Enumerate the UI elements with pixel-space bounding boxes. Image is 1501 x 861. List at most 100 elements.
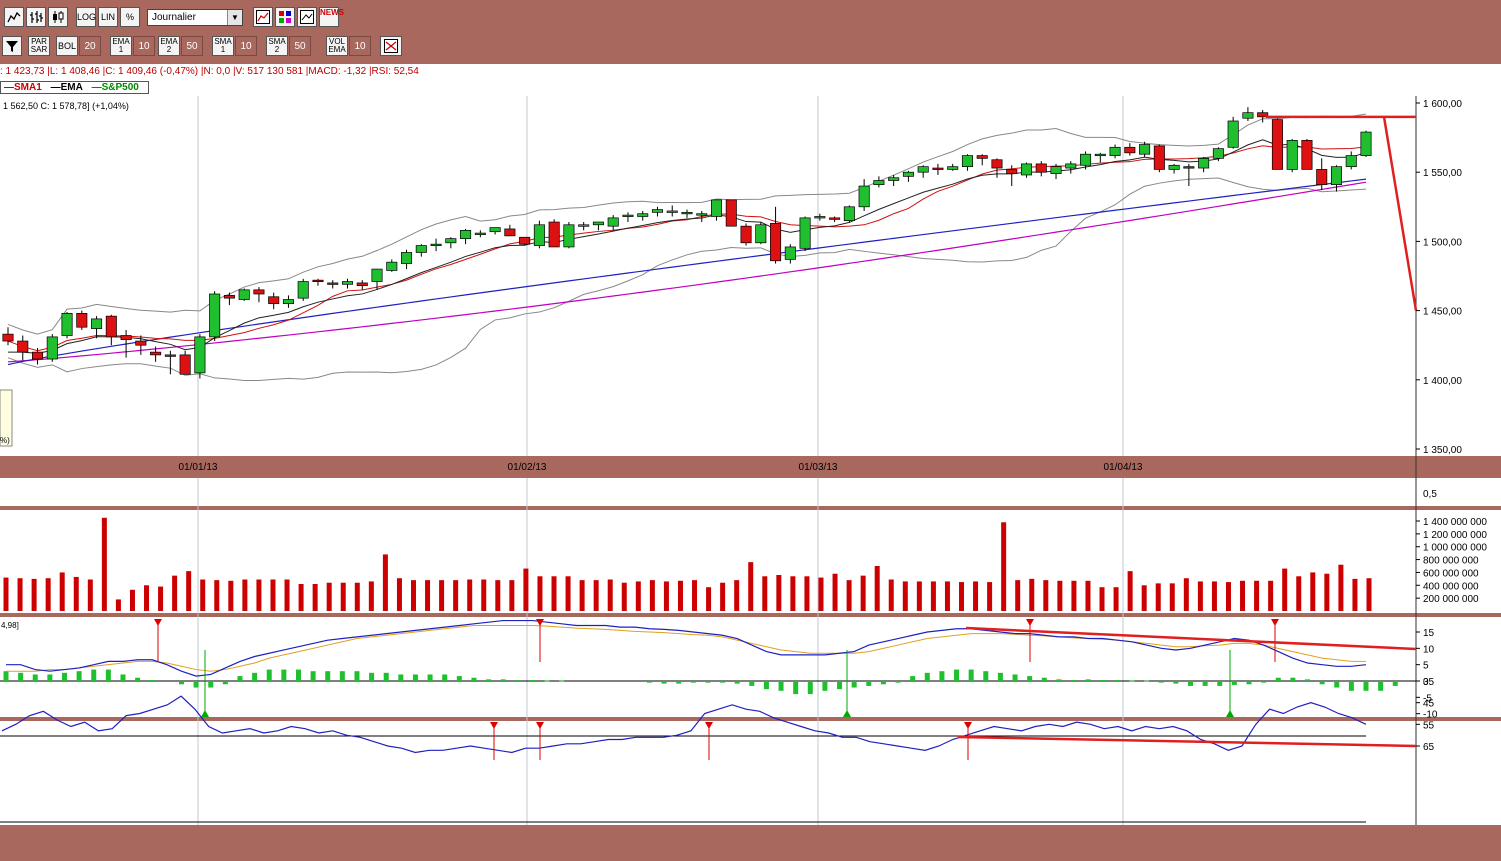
macd-histogram-bar	[76, 671, 82, 681]
volume-bar	[467, 579, 473, 611]
sma2-period[interactable]: 50	[289, 36, 311, 56]
bollinger-period[interactable]: 20	[79, 36, 101, 56]
compare-button[interactable]	[297, 7, 317, 27]
legend: —SMA1 —EMA —S&P500	[0, 81, 149, 94]
macd-histogram-bar	[1158, 681, 1164, 683]
candle-body	[607, 217, 619, 227]
macd-histogram-bar	[939, 671, 945, 681]
candle-body	[519, 236, 531, 245]
macd-pane[interactable]	[0, 617, 1416, 717]
macd-histogram-bar	[1056, 679, 1062, 681]
volume-bar	[1197, 581, 1203, 611]
macd-histogram-bar	[1114, 680, 1120, 682]
macd-histogram-bar	[149, 680, 155, 682]
volume-bar	[228, 580, 234, 611]
candle-body	[666, 210, 678, 213]
candle-body	[32, 351, 44, 360]
candlestick-button[interactable]	[48, 7, 68, 27]
candle-body	[120, 335, 132, 341]
period-select[interactable]: Journalier ▼	[147, 9, 243, 26]
price-pane[interactable]	[0, 96, 1416, 456]
indicator-chart-button[interactable]	[253, 7, 273, 27]
percent-scale-button[interactable]: %	[120, 7, 140, 27]
candle-body	[17, 340, 29, 353]
macd-histogram-bar	[720, 681, 726, 683]
price-tick-label: 1 450,00	[1423, 307, 1462, 318]
macd-histogram-bar	[18, 672, 24, 681]
candle-body	[164, 354, 176, 357]
candle-body	[873, 180, 885, 186]
toolbar-top: LOG LIN % Journalier ▼ NEWS	[0, 0, 1501, 32]
funnel-icon	[6, 41, 18, 52]
log-scale-button[interactable]: LOG	[76, 7, 96, 27]
volume-bar	[1296, 576, 1302, 611]
macd-histogram-bar	[135, 677, 141, 681]
volume-bar	[326, 582, 332, 611]
sma2-button[interactable]: SMA 2	[266, 36, 288, 56]
volume-bar	[692, 580, 698, 611]
price-tick-label: 1 400,00	[1423, 376, 1462, 387]
macd-histogram-bar	[1100, 680, 1106, 682]
macd-histogram-bar	[164, 681, 170, 682]
candle-body	[563, 224, 575, 248]
line-chart-button[interactable]	[4, 7, 24, 27]
candle-body	[1006, 169, 1018, 174]
bollinger-button[interactable]: BOL	[56, 36, 78, 56]
candle-body	[194, 336, 206, 374]
volume-bar	[846, 580, 852, 611]
volume-tick-label: 600 000 000	[1423, 568, 1479, 579]
sp500-pane[interactable]	[0, 478, 1416, 506]
candle-body	[1183, 166, 1195, 169]
volume-bar	[635, 581, 641, 611]
volume-bar	[607, 579, 613, 611]
candle-body	[770, 223, 782, 262]
macd-histogram-bar	[1246, 681, 1252, 685]
rsi-pane[interactable]	[0, 721, 1416, 825]
candle-body	[888, 177, 900, 181]
ema1-button[interactable]: EMA 1	[110, 36, 132, 56]
volume-bar	[734, 580, 740, 611]
lin-scale-button[interactable]: LIN	[98, 7, 118, 27]
candle-body	[858, 185, 870, 208]
candle-body	[268, 296, 280, 305]
candle-body	[1080, 153, 1092, 166]
macd-histogram-bar	[573, 681, 579, 682]
volume-tick-label: 800 000 000	[1423, 556, 1479, 567]
volume-bar	[172, 575, 178, 611]
volume-ema-period[interactable]: 10	[349, 36, 371, 56]
candle-body	[253, 289, 265, 295]
compare-icon	[300, 10, 314, 24]
parsar-button[interactable]: PAR SAR	[28, 36, 50, 56]
volume-bar	[720, 582, 726, 611]
volume-bar	[1211, 581, 1217, 611]
volume-bar	[101, 517, 107, 611]
macd-histogram-bar	[486, 679, 492, 681]
macd-tick-label: -10	[1423, 710, 1438, 721]
news-button[interactable]: NEWS	[319, 7, 344, 27]
volume-bar	[916, 581, 922, 611]
chart-area[interactable]: 1 600,00 1 550,00 1 500,00 1 450,00 1 400,00…	[0, 96, 1501, 833]
volume-bar	[959, 582, 965, 611]
macd-histogram-bar	[325, 671, 331, 681]
volume-bar	[1310, 572, 1316, 611]
macd-histogram-bar	[968, 669, 974, 681]
macd-histogram-bar	[412, 674, 418, 681]
ema2-button[interactable]: EMA 2	[158, 36, 180, 56]
sma1-period[interactable]: 10	[235, 36, 257, 56]
draw-trendline-button[interactable]	[380, 36, 402, 56]
candle-body	[902, 171, 914, 177]
macd-histogram-bar	[676, 681, 682, 684]
macd-histogram-bar	[471, 677, 477, 681]
filter-button[interactable]	[2, 36, 22, 56]
volume-bar	[706, 587, 712, 611]
ema1-period[interactable]: 10	[133, 36, 155, 56]
candle-body	[917, 166, 929, 173]
color-palette-button[interactable]	[275, 7, 295, 27]
macd-histogram-bar	[559, 680, 565, 682]
ema2-period[interactable]: 50	[181, 36, 203, 56]
sma1-button[interactable]: SMA 1	[212, 36, 234, 56]
bar-chart-button[interactable]	[26, 7, 46, 27]
chevron-down-icon[interactable]: ▼	[227, 10, 242, 25]
volume-ema-button[interactable]: VOL EMA	[326, 36, 348, 56]
candle-body	[415, 245, 427, 253]
